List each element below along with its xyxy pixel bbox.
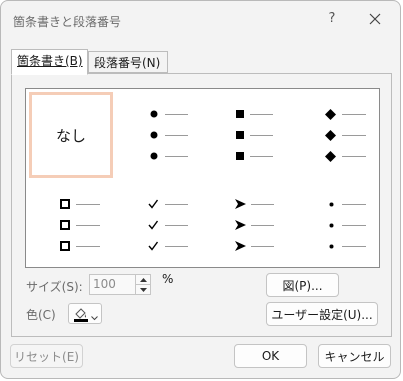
reset-button[interactable]: リセット(E) — [10, 344, 83, 368]
size-stepper[interactable]: 100 — [89, 274, 151, 295]
size-label: サイズ(S): — [26, 280, 83, 294]
filled-square-icon — [232, 105, 248, 123]
size-value[interactable]: 100 — [93, 277, 116, 291]
hollow-square-icon — [57, 237, 73, 255]
filled-square-icon — [232, 126, 248, 144]
filled-circle-icon — [146, 126, 162, 144]
close-icon[interactable] — [366, 10, 384, 28]
bullets-panel: なし サイズ(S): 100 % 色(C) 図(P)... ユーザー設定(U).… — [11, 73, 392, 337]
bullet-option-arrowhead[interactable] — [203, 180, 287, 266]
ok-button[interactable]: OK — [234, 344, 307, 368]
filled-diamond-icon — [322, 105, 338, 123]
color-picker-button[interactable] — [68, 303, 102, 324]
bullet-option-filled-square[interactable] — [203, 92, 287, 178]
bullet-gallery: なし — [25, 88, 380, 268]
tab-numbering[interactable]: 段落番号(N) — [88, 51, 168, 73]
dialog-title: 箇条書きと段落番号 — [13, 15, 122, 29]
chevron-down-icon — [91, 310, 98, 324]
checkmark-icon — [145, 195, 161, 213]
paint-bucket-icon — [73, 306, 89, 325]
checkmark-icon — [145, 216, 161, 234]
filled-circle-icon — [146, 105, 162, 123]
checkmark-icon — [145, 237, 161, 255]
tab-numbering-label: 段落番号(N) — [94, 56, 161, 70]
bullet-option-filled-diamond[interactable] — [292, 92, 376, 178]
arrowhead-icon — [232, 237, 248, 255]
bullet-option-small-dot[interactable] — [292, 180, 376, 266]
filled-circle-icon — [146, 147, 162, 165]
hollow-square-icon — [57, 195, 73, 213]
tab-bullets-label: 箇条書き(B) — [17, 54, 83, 68]
size-spin-buttons — [135, 275, 150, 294]
tab-bullets[interactable]: 箇条書き(B) — [11, 49, 88, 75]
arrowhead-icon — [232, 195, 248, 213]
custom-button[interactable]: ユーザー設定(U)... — [266, 302, 378, 326]
picture-button[interactable]: 図(P)... — [266, 273, 339, 297]
small-dot-icon — [323, 216, 339, 234]
filled-square-icon — [232, 147, 248, 165]
small-dot-icon — [323, 237, 339, 255]
bullet-option-checkmark[interactable] — [116, 180, 200, 266]
filled-diamond-icon — [322, 126, 338, 144]
color-label: 色(C) — [26, 308, 56, 322]
none-label: なし — [55, 126, 86, 145]
cancel-button[interactable]: キャンセル — [318, 344, 391, 368]
bullet-option-none[interactable]: なし — [29, 92, 113, 178]
small-dot-icon — [323, 195, 339, 213]
size-unit: % — [162, 272, 174, 286]
help-button[interactable]: ? — [324, 11, 340, 27]
title-bar: 箇条書きと段落番号 ? — [1, 1, 400, 39]
hollow-square-icon — [57, 216, 73, 234]
arrowhead-icon — [232, 216, 248, 234]
bullets-numbering-dialog: 箇条書きと段落番号 ? 箇条書き(B) 段落番号(N) なし サイズ(S): 1… — [0, 0, 401, 379]
spin-up-icon[interactable] — [136, 275, 150, 285]
filled-diamond-icon — [322, 147, 338, 165]
bullet-option-filled-circle[interactable] — [116, 92, 200, 178]
bullet-option-hollow-square[interactable] — [29, 180, 113, 266]
spin-down-icon[interactable] — [136, 285, 150, 294]
